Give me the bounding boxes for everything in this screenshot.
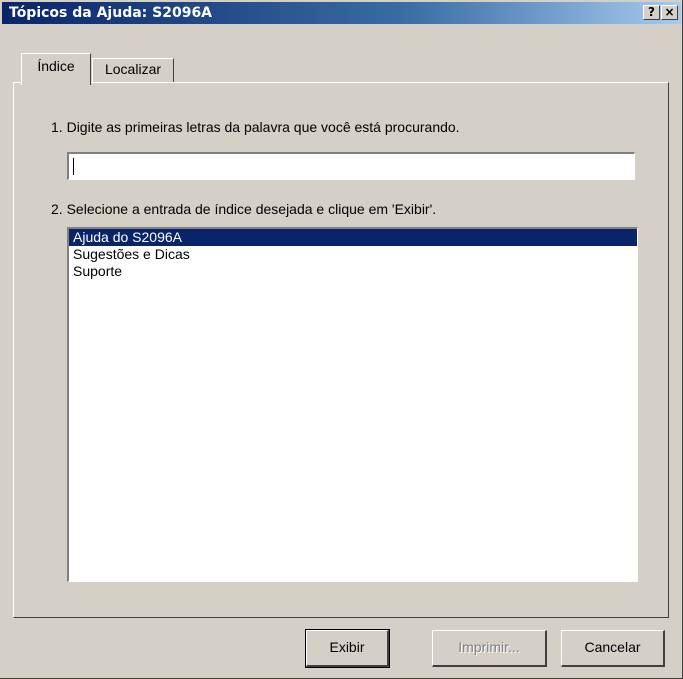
print-button[interactable]: Imprimir...: [432, 630, 547, 667]
search-field[interactable]: [67, 152, 635, 180]
search-input[interactable]: [69, 154, 634, 179]
text-caret: [73, 158, 74, 175]
help-icon[interactable]: ?: [643, 5, 660, 20]
list-item[interactable]: Ajuda do S2096A: [69, 229, 637, 246]
cancel-button[interactable]: Cancelar: [561, 630, 665, 667]
title-bar[interactable]: Tópicos da Ajuda: S2096A ? ×: [2, 2, 681, 24]
window-title: Tópicos da Ajuda: S2096A: [9, 5, 213, 21]
step1-label: 1. Digite as primeiras letras da palavra…: [51, 119, 460, 135]
tab-index-label: Índice: [37, 58, 75, 74]
step1-number: 1.: [51, 119, 67, 135]
step2-label: 2. Selecione a entrada de índice desejad…: [51, 201, 436, 217]
list-item[interactable]: Suporte: [69, 263, 637, 280]
step2-number: 2.: [51, 201, 67, 217]
tab-index[interactable]: Índice: [21, 53, 91, 85]
show-button-label: Exibir: [329, 639, 365, 655]
index-list[interactable]: Ajuda do S2096A Sugestões e Dicas Suport…: [67, 227, 638, 582]
print-button-label: Imprimir...: [458, 639, 520, 655]
close-icon[interactable]: ×: [661, 5, 678, 20]
tab-find-label: Localizar: [104, 61, 162, 77]
show-button[interactable]: Exibir: [305, 629, 390, 668]
cancel-button-label: Cancelar: [584, 639, 641, 655]
tab-find[interactable]: Localizar: [92, 58, 174, 82]
list-item[interactable]: Sugestões e Dicas: [69, 246, 637, 263]
help-topics-dialog: Tópicos da Ajuda: S2096A ? × Índice Loca…: [0, 0, 683, 679]
step1-text: Digite as primeiras letras da palavra qu…: [66, 119, 460, 135]
step2-text: Selecione a entrada de índice desejada e…: [66, 201, 437, 217]
